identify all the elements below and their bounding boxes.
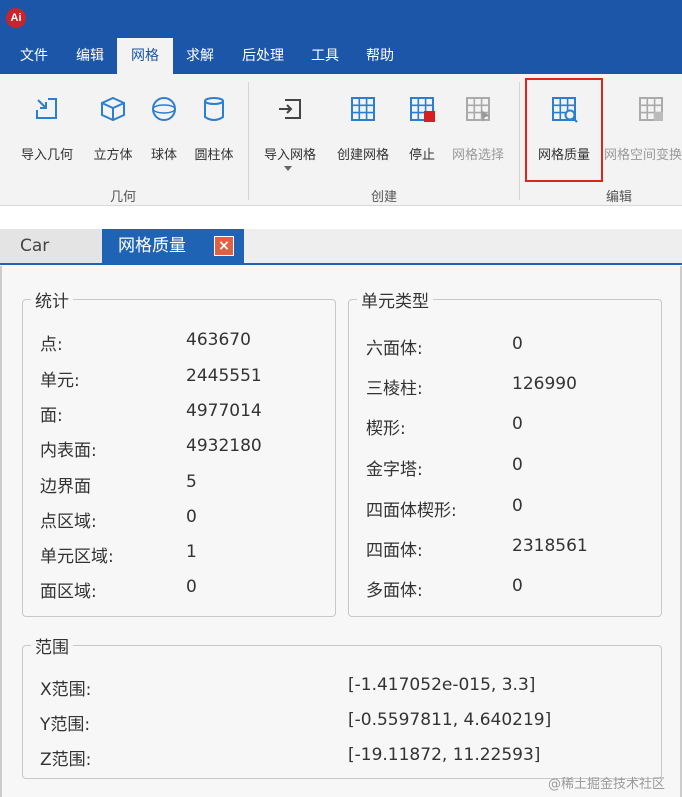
import-geometry-icon (36, 98, 57, 119)
tab-car[interactable]: Car (0, 229, 102, 263)
spacer (0, 207, 682, 229)
menu-tab-help[interactable]: 帮助 (358, 38, 402, 74)
statistics-title: 统计 (35, 292, 69, 312)
stat-label: 面区域: (40, 582, 97, 602)
mesh-transform-icon (639, 97, 663, 121)
element-type-value: 2318561 (512, 536, 588, 556)
close-tab-icon[interactable]: × (214, 236, 234, 256)
mesh-select-button[interactable]: 网格选择 (446, 74, 510, 163)
cube-button[interactable]: 立方体 (88, 74, 138, 163)
range-label: X范围: (40, 680, 92, 700)
watermark: @稀土掘金技术社区 (548, 777, 666, 792)
stat-value: 4932180 (186, 436, 262, 456)
cylinder-button[interactable]: 圆柱体 (188, 74, 240, 163)
sphere-button[interactable]: 球体 (144, 74, 184, 163)
stat-value: 463670 (186, 330, 251, 350)
stat-value: 2445551 (186, 366, 262, 386)
import-mesh-icon (279, 99, 301, 119)
menu-tab-postprocess[interactable]: 后处理 (234, 38, 292, 74)
group-divider (248, 82, 249, 200)
range-group: 范围 (22, 633, 662, 779)
stat-label: 内表面: (40, 441, 97, 461)
element-type-value: 0 (512, 455, 523, 475)
stat-value: 0 (186, 577, 197, 597)
menu-tab-tools[interactable]: 工具 (303, 38, 347, 74)
stat-value: 0 (186, 507, 197, 527)
app-logo-icon: Ai (6, 8, 26, 28)
stat-label: 点: (40, 335, 63, 355)
stat-value: 4977014 (186, 401, 262, 421)
range-value: [-0.5597811, 4.640219] (348, 710, 552, 730)
stat-label: 单元区域: (40, 547, 114, 567)
cube-label: 立方体 (93, 148, 133, 163)
stop-mesh-icon (410, 97, 435, 122)
element-type-label: 楔形: (366, 419, 406, 439)
range-label: Y范围: (40, 715, 91, 735)
group-label-create: 创建 (370, 190, 397, 205)
import-mesh-button[interactable]: 导入网格 (256, 74, 324, 163)
element-type-value: 0 (512, 576, 523, 596)
cube-icon (101, 96, 125, 122)
element-type-label: 多面体: (366, 581, 423, 601)
range-value: [-1.417052e-015, 3.3] (348, 675, 536, 695)
stop-label: 停止 (408, 148, 435, 163)
cylinder-label: 圆柱体 (194, 148, 234, 163)
stop-button[interactable]: 停止 (402, 74, 442, 163)
element-type-label: 四面体: (366, 541, 423, 561)
sphere-icon (152, 97, 176, 121)
group-label-edit: 编辑 (605, 190, 632, 205)
stat-label: 单元: (40, 371, 80, 391)
element-type-value: 0 (512, 334, 523, 354)
sphere-label: 球体 (150, 148, 177, 163)
create-mesh-button[interactable]: 创建网格 (330, 74, 396, 163)
mesh-space-transform-button[interactable]: 网格空间变换 (604, 74, 682, 163)
mesh-quality-highlight-box (525, 78, 603, 182)
title-bar: Ai (0, 0, 682, 38)
document-tab-bar: Car 网格质量 (0, 229, 682, 265)
stat-label: 面: (40, 406, 63, 426)
create-mesh-icon (351, 97, 375, 121)
menu-tab-solve[interactable]: 求解 (178, 38, 222, 74)
element-types-title: 单元类型 (361, 292, 429, 312)
element-type-label: 四面体楔形: (366, 501, 457, 521)
import-geometry-button[interactable]: 导入几何 (14, 74, 80, 163)
element-type-label: 三棱柱: (366, 379, 423, 399)
range-title: 范围 (35, 638, 69, 658)
import-geometry-label: 导入几何 (20, 148, 73, 163)
menu-bar: 文件 编辑 网格 求解 后处理 工具 帮助 (0, 38, 682, 74)
cylinder-icon (204, 97, 224, 121)
stat-value: 1 (186, 542, 197, 562)
stat-label: 点区域: (40, 512, 97, 532)
ribbon-toolbar: 导入几何 立方体 球体 圆柱体 几何 导入网格 创建网格 停止 网格选择 创建 … (0, 74, 682, 206)
import-mesh-label: 导入网格 (263, 148, 316, 163)
stat-label: 边界面 (40, 477, 91, 497)
range-value: [-19.11872, 11.22593] (348, 745, 541, 765)
range-label: Z范围: (40, 750, 92, 770)
element-type-label: 金字塔: (366, 460, 423, 480)
element-type-value: 126990 (512, 374, 577, 394)
element-type-label: 六面体: (366, 339, 423, 359)
mesh-select-label: 网格选择 (451, 148, 504, 163)
element-type-value: 0 (512, 496, 523, 516)
stat-value: 5 (186, 472, 197, 492)
group-label-geometry: 几何 (109, 190, 136, 205)
menu-tab-mesh[interactable]: 网格 (117, 38, 173, 74)
import-mesh-dropdown-icon[interactable] (284, 166, 292, 171)
mesh-select-icon (466, 97, 490, 122)
element-type-value: 0 (512, 414, 523, 434)
group-divider (519, 82, 520, 200)
menu-tab-file[interactable]: 文件 (12, 38, 56, 74)
mesh-space-transform-label: 网格空间变换 (604, 148, 682, 163)
menu-tab-edit[interactable]: 编辑 (68, 38, 112, 74)
create-mesh-label: 创建网格 (336, 148, 389, 163)
